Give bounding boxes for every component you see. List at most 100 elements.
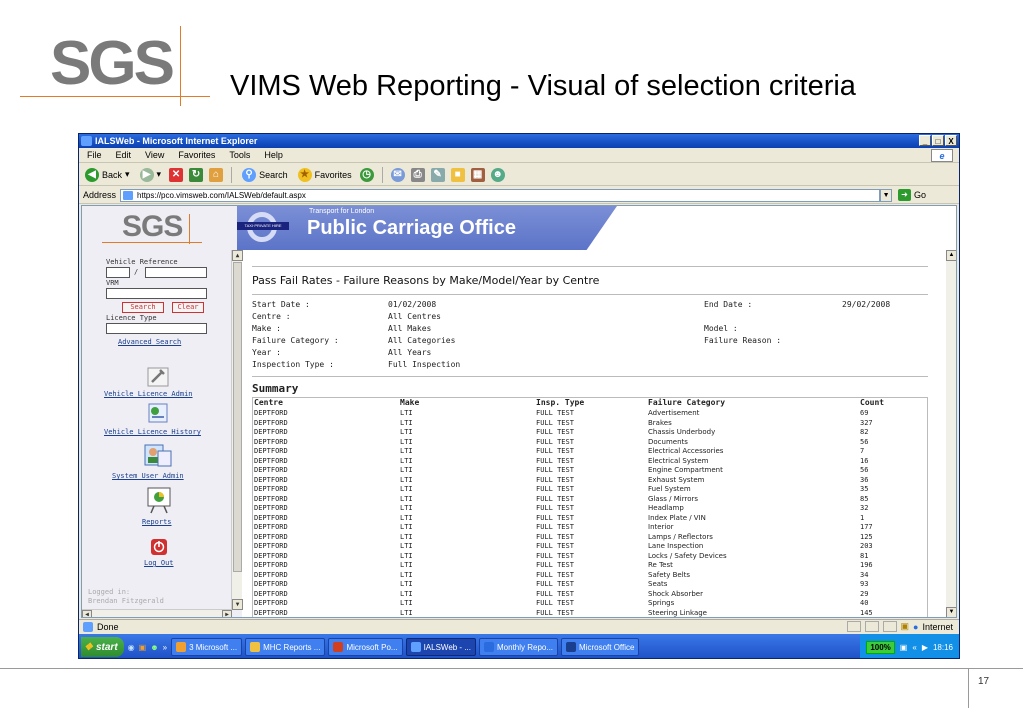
window-titlebar[interactable]: IALSWeb - Microsoft Internet Explorer _ … [79, 134, 959, 148]
licence-type-select[interactable] [106, 323, 207, 334]
sgs-logo: SGS [20, 26, 210, 106]
quicklaunch-ie-icon[interactable]: ◉ [128, 643, 135, 652]
cell-make: LTI [400, 447, 413, 455]
taskbar-app-icon [250, 642, 261, 652]
wrench-icon[interactable] [146, 366, 170, 388]
mail-icon[interactable]: ✉ [390, 167, 405, 182]
search-button[interactable]: ⚲ Search [240, 166, 290, 184]
speaker-icon[interactable]: ▶ [922, 643, 928, 652]
certificate-icon[interactable] [146, 402, 170, 424]
browser-window: IALSWeb - Microsoft Internet Explorer _ … [78, 133, 960, 659]
right-vertical-scrollbar[interactable]: ▲ ▼ [946, 250, 956, 617]
menu-file[interactable]: File [87, 148, 102, 162]
home-icon[interactable]: ⌂ [209, 167, 224, 182]
lock-icon: ▣ [900, 621, 910, 631]
zoom-badge[interactable]: 100% [866, 640, 895, 654]
cell-count: 29 [860, 589, 869, 598]
menu-view[interactable]: View [145, 148, 164, 162]
left-vertical-scrollbar[interactable]: ▲ ▼ [231, 250, 243, 610]
page-viewport: SGS Vehicle Reference / VRM Search Clear… [81, 205, 957, 618]
nav-link-vehicle-licence-admin[interactable]: Vehicle Licence Admin [104, 390, 193, 398]
cell-count: 203 [860, 542, 873, 550]
table-row: DEPTFORD LTI FULL TEST Advertisement 69 [252, 409, 928, 418]
cell-centre: DEPTFORD [254, 428, 288, 436]
cell-failure-category: Lamps / Reflectors [648, 532, 713, 541]
taskbar-item[interactable]: Microsoft Office [561, 638, 640, 656]
users-icon[interactable] [144, 442, 172, 468]
refresh-icon[interactable]: ↻ [189, 167, 204, 182]
scroll-right-arrow-icon[interactable]: ▶ [222, 610, 232, 617]
menu-bar: File Edit View Favorites Tools Help e [79, 148, 959, 163]
vehicle-reference-prefix-input[interactable] [106, 267, 130, 278]
quicklaunch-messenger-icon[interactable]: ☻ [150, 643, 158, 652]
scroll-left-arrow-icon[interactable]: ◀ [82, 610, 92, 617]
menu-tools[interactable]: Tools [229, 148, 250, 162]
cell-failure-category: Fuel System [648, 485, 691, 493]
quicklaunch-outlook-icon[interactable]: ▣ [139, 643, 147, 652]
search-button[interactable]: Search [122, 302, 164, 313]
report-panel: Pass Fail Rates - Failure Reasons by Mak… [252, 256, 942, 617]
taskbar-item[interactable]: Monthly Repo... [479, 638, 559, 656]
back-button[interactable]: ◀ Back ▾ [83, 166, 132, 184]
messenger-icon[interactable]: ☻ [490, 167, 505, 182]
nav-link-log-out[interactable]: Log Out [144, 559, 174, 567]
cell-insp-type: FULL TEST [536, 494, 574, 503]
cell-count: 7 [860, 447, 865, 455]
close-button[interactable]: X [945, 135, 957, 146]
left-horizontal-scrollbar[interactable]: ◀ ▶ [82, 609, 232, 617]
favorites-button[interactable]: ★ Favorites [296, 166, 354, 184]
vrm-input[interactable] [106, 288, 207, 299]
address-dropdown-button[interactable]: ▼ [880, 188, 893, 202]
stop-icon[interactable]: ✕ [169, 167, 184, 182]
menu-favorites[interactable]: Favorites [178, 148, 215, 162]
power-icon[interactable] [150, 538, 168, 556]
cell-failure-category: Re Test [648, 561, 673, 569]
nav-link-reports[interactable]: Reports [142, 518, 172, 526]
scroll-up-arrow-icon[interactable]: ▲ [232, 250, 243, 261]
tray-overflow-icon[interactable]: « [912, 643, 916, 652]
taskbar-item[interactable]: 3 Microsoft ... [171, 638, 243, 656]
history-icon[interactable]: ◷ [359, 167, 374, 182]
minimize-button[interactable]: _ [919, 135, 931, 146]
cell-count: 34 [860, 570, 869, 579]
cell-insp-type: FULL TEST [536, 447, 574, 455]
clear-button[interactable]: Clear [172, 302, 204, 313]
research-icon[interactable]: ▦ [470, 167, 485, 182]
scroll-down-arrow-icon[interactable]: ▼ [232, 599, 243, 610]
go-button[interactable]: ➜ Go [898, 189, 926, 201]
address-input[interactable]: https://pco.vimsweb.com/IALSWeb/default.… [120, 188, 881, 202]
scroll-up-arrow-icon[interactable]: ▲ [946, 250, 956, 261]
print-icon[interactable]: ⎙ [410, 167, 425, 182]
forward-button[interactable]: ▶ ▾ [138, 166, 164, 184]
nav-link-system-user-admin[interactable]: System User Admin [112, 472, 184, 480]
scroll-thumb[interactable] [233, 262, 242, 572]
table-row: DEPTFORD LTI FULL TEST Lamps / Reflectors 12… [252, 533, 928, 542]
table-row: DEPTFORD LTI FULL TEST Electrical System 16 [252, 457, 928, 466]
chart-board-icon[interactable] [146, 486, 172, 514]
quicklaunch-overflow-icon[interactable]: » [163, 643, 167, 652]
maximize-button[interactable]: □ [932, 135, 944, 146]
taskbar-item[interactable]: Microsoft Po... [328, 638, 403, 656]
start-button[interactable]: ❖ start [81, 637, 124, 657]
make-value: All Makes [388, 324, 432, 333]
start-date-value: 01/02/2008 [388, 300, 437, 309]
year-value: All Years [388, 348, 432, 357]
nav-link-vehicle-licence-history[interactable]: Vehicle Licence History [104, 428, 201, 436]
folder-icon[interactable]: ■ [450, 167, 465, 182]
table-row: DEPTFORD LTI FULL TEST Brakes 327 [252, 419, 928, 428]
failure-category-label: Failure Category : [252, 336, 339, 345]
taskbar-item[interactable]: MHC Reports ... [245, 638, 326, 656]
taskbar-item[interactable]: IALSWeb - ... [405, 638, 476, 656]
vehicle-reference-number-input[interactable] [145, 267, 207, 278]
edit-icon[interactable]: ✎ [430, 167, 445, 182]
scroll-down-arrow-icon[interactable]: ▼ [946, 607, 956, 617]
menu-help[interactable]: Help [264, 148, 283, 162]
cell-insp-type: FULL TEST [536, 504, 574, 512]
star-icon: ★ [297, 167, 312, 182]
taskbar-app-icon [333, 642, 344, 652]
advanced-search-link[interactable]: Advanced Search [118, 338, 181, 346]
cell-centre: DEPTFORD [254, 551, 288, 560]
network-icon[interactable]: ▣ [900, 643, 908, 652]
cell-make: LTI [400, 494, 413, 503]
menu-edit[interactable]: Edit [116, 148, 132, 162]
